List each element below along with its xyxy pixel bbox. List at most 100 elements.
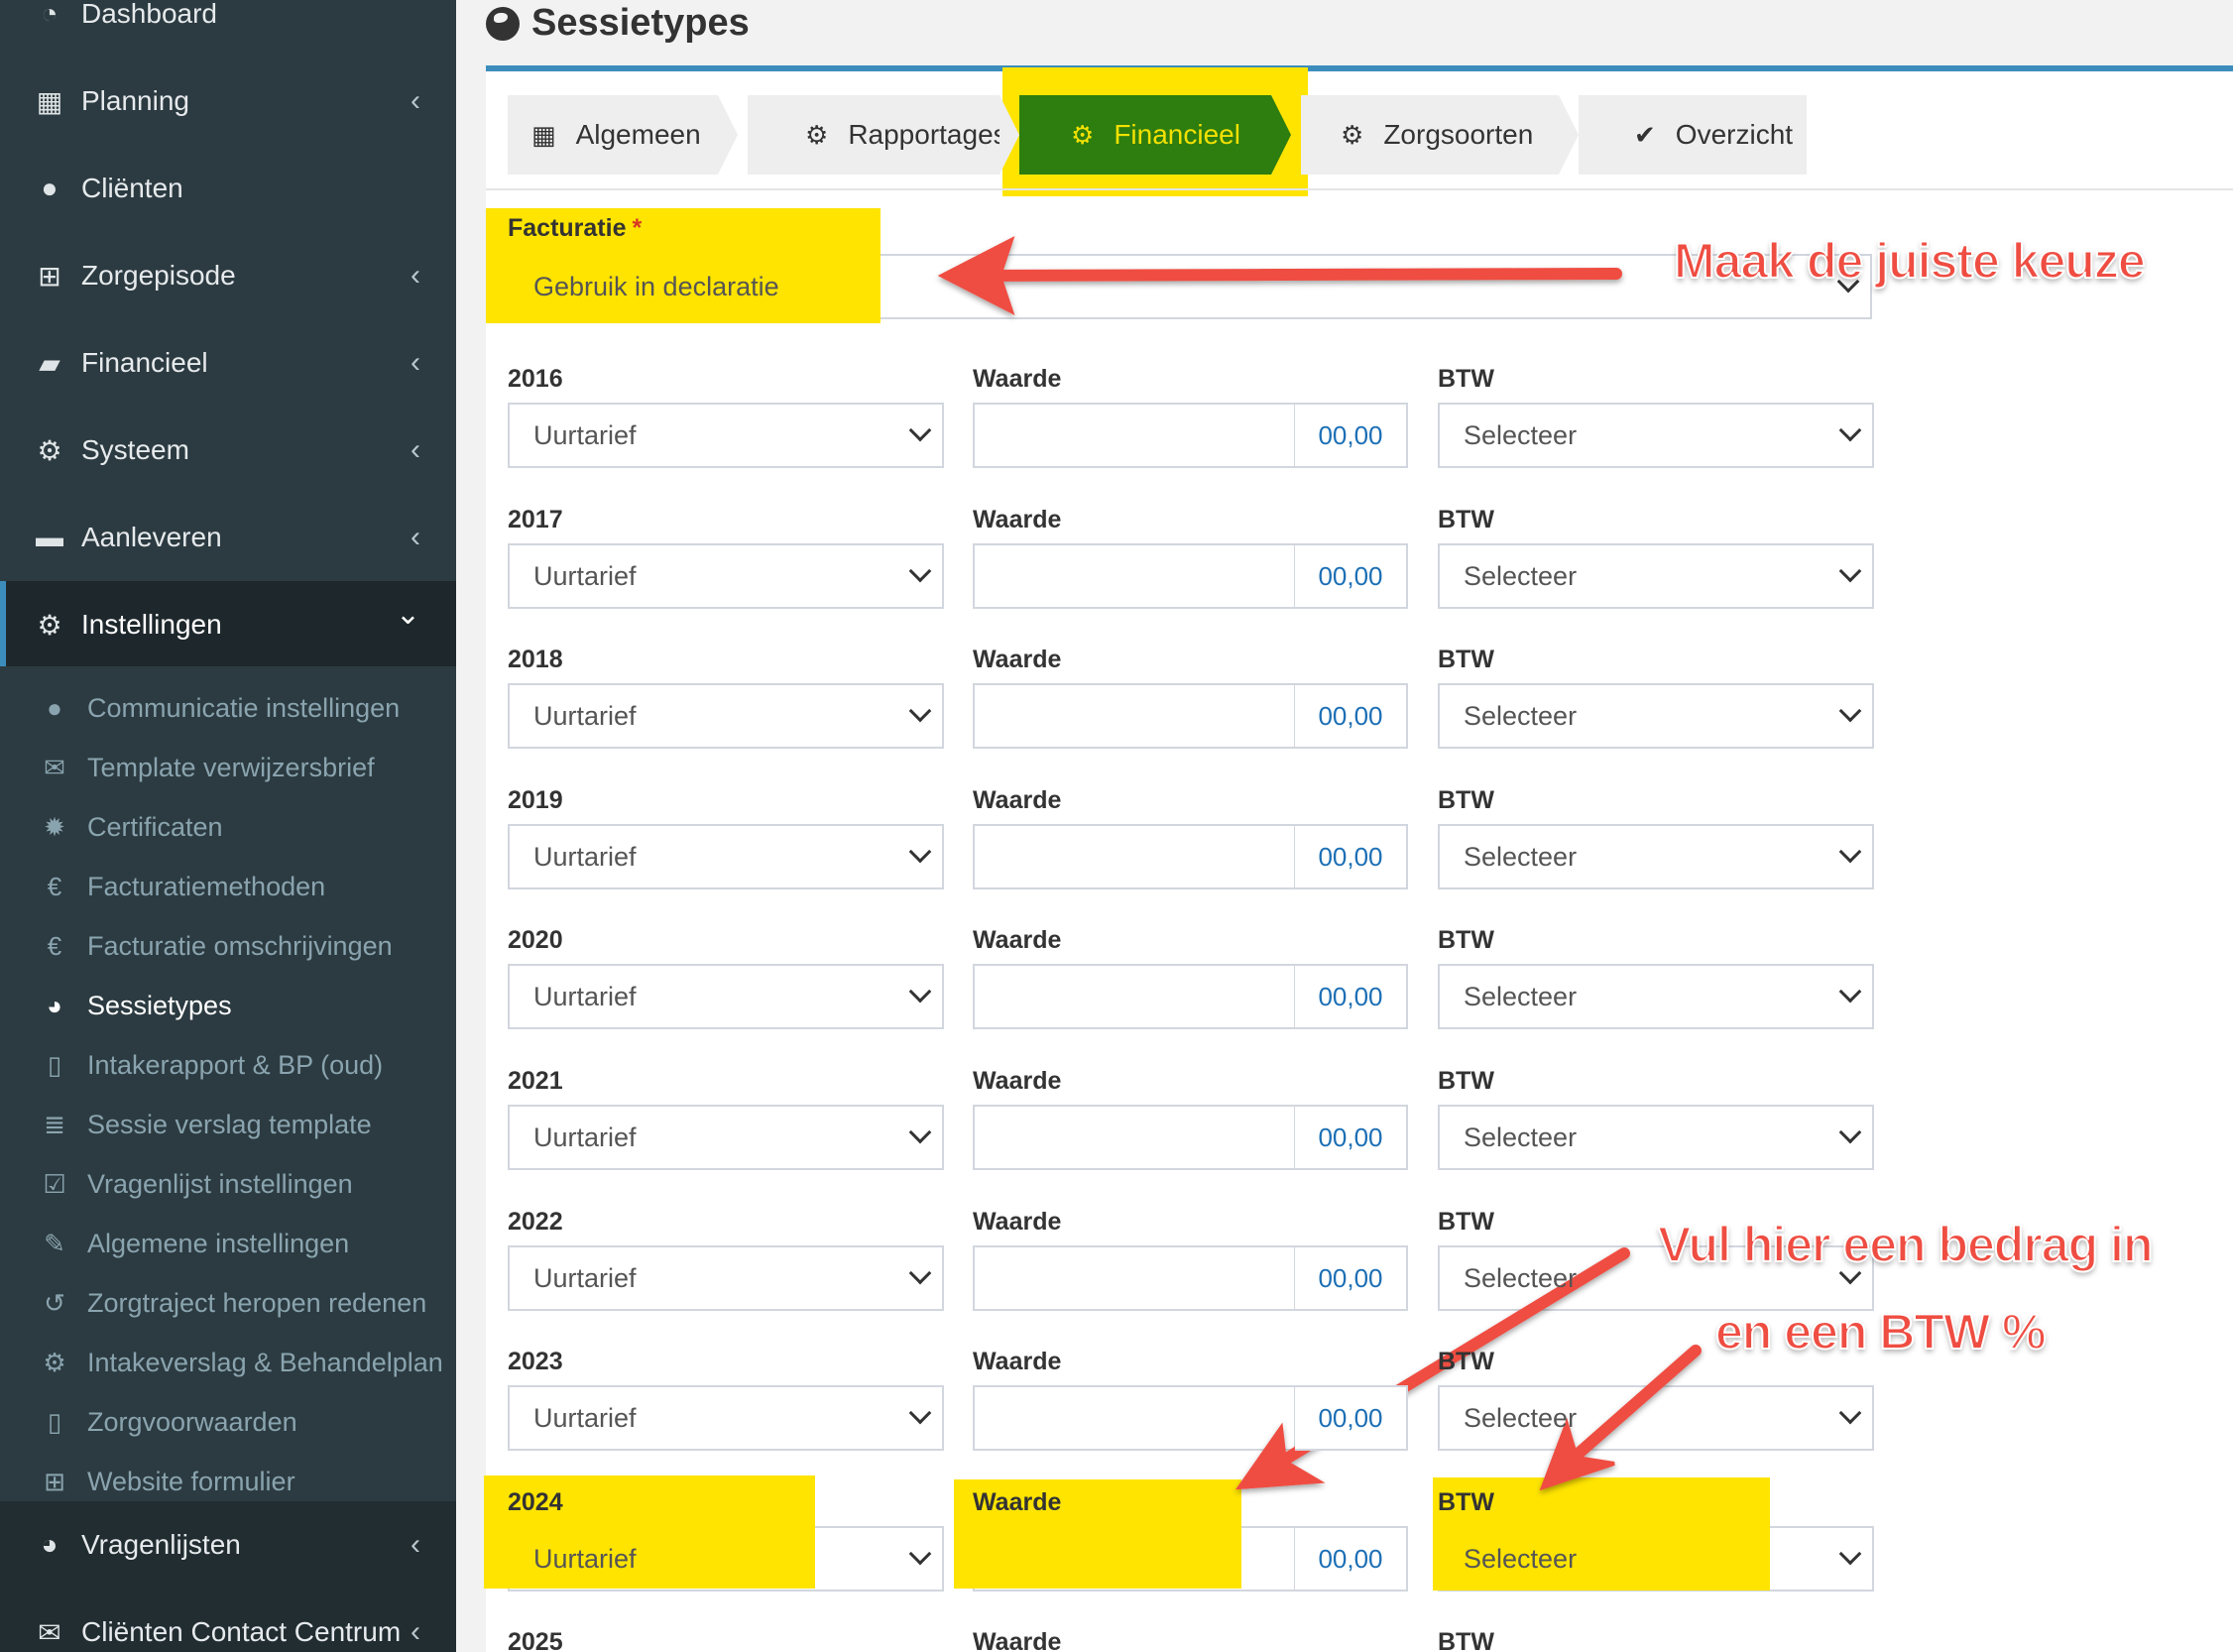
sidebar-item-dashboard[interactable]: ◔ Dashboard bbox=[0, 0, 456, 58]
sidebar-item-label: Cliënten bbox=[81, 173, 183, 203]
btw-label-2022: BTW bbox=[1438, 1208, 1494, 1236]
chevron-down-icon bbox=[908, 1401, 932, 1425]
submenu-item-label: Certificaten bbox=[87, 811, 223, 842]
globe-icon bbox=[486, 6, 520, 41]
submenu-item-sessietypes[interactable]: ◕ Sessietypes bbox=[0, 976, 456, 1035]
waarde-addon-2022: 00,00 bbox=[1295, 1245, 1408, 1311]
sidebar-item-clienten[interactable]: ● Cliënten bbox=[0, 145, 456, 232]
btw-select-2023[interactable]: Selecteer bbox=[1438, 1385, 1874, 1451]
tab-algemeen[interactable]: ▦ Algemeen bbox=[508, 95, 718, 175]
certificate-icon: ✹ bbox=[44, 811, 65, 842]
cogs-icon: ⚙ bbox=[37, 434, 62, 466]
tab-zorgsoorten[interactable]: ⚙ Zorgsoorten bbox=[1301, 95, 1559, 175]
submenu-item-label: Sessietypes bbox=[87, 990, 232, 1020]
waarde-input-2022[interactable] bbox=[973, 1245, 1296, 1311]
submenu-item-label: Facturatie omschrijvingen bbox=[87, 930, 393, 961]
waarde-input-2018[interactable] bbox=[973, 683, 1296, 749]
btw-select-value: Selecteer bbox=[1464, 1402, 1578, 1433]
submenu-item-facturatiemethoden[interactable]: € Facturatiemethoden bbox=[0, 857, 456, 916]
submenu-item-vragenlijst-instellingen[interactable]: ☑ Vragenlijst instellingen bbox=[0, 1154, 456, 1214]
btw-select-value: Selecteer bbox=[1464, 1262, 1578, 1293]
euro-icon: € bbox=[47, 871, 62, 901]
tariff-select-2019[interactable]: Uurtarief bbox=[508, 824, 944, 889]
tab-separator bbox=[1559, 95, 1579, 175]
tariff-select-2021[interactable]: Uurtarief bbox=[508, 1105, 944, 1170]
sidebar-item-zorgepisode[interactable]: ⊞ Zorgepisode ‹ bbox=[0, 232, 456, 319]
sidebar-item-planning[interactable]: ▦ Planning ‹ bbox=[0, 58, 456, 145]
year-label-2017: 2017 bbox=[508, 506, 563, 533]
submenu-item-intakerapport[interactable]: ▯ Intakerapport & BP (oud) bbox=[0, 1035, 456, 1095]
waarde-input-2016[interactable] bbox=[973, 403, 1296, 468]
sidebar-item-instellingen[interactable]: ⚙ Instellingen ⌄ bbox=[0, 581, 456, 668]
year-label-2023: 2023 bbox=[508, 1348, 563, 1375]
submenu-item-label: Website formulier bbox=[87, 1466, 295, 1496]
waarde-input-2019[interactable] bbox=[973, 824, 1296, 889]
tariff-select-2022[interactable]: Uurtarief bbox=[508, 1245, 944, 1311]
checkbox-icon: ☑ bbox=[43, 1168, 66, 1199]
btw-select-value: Selecteer bbox=[1464, 560, 1578, 591]
waarde-addon-2023: 00,00 bbox=[1295, 1385, 1408, 1451]
chevron-left-icon: ‹ bbox=[411, 521, 420, 553]
medkit-icon: ⊞ bbox=[38, 260, 61, 292]
annotation-keuze: Maak de juiste keuze bbox=[1673, 232, 2147, 290]
sidebar-item-clienten-contact-centrum[interactable]: ✉ Cliënten Contact Centrum ‹ bbox=[0, 1589, 456, 1652]
btw-select-2020[interactable]: Selecteer bbox=[1438, 964, 1874, 1029]
submenu-item-facturatie-omschrijvingen[interactable]: € Facturatie omschrijvingen bbox=[0, 916, 456, 976]
user-icon: ● bbox=[41, 173, 59, 203]
sidebar-item-financieel[interactable]: ▰ Financieel ‹ bbox=[0, 319, 456, 407]
tab-rapportages[interactable]: ⚙ Rapportages bbox=[748, 95, 1007, 175]
waarde-input-2021[interactable] bbox=[973, 1105, 1296, 1170]
submenu-item-intakeverslag[interactable]: ⚙ Intakeverslag & Behandelplan bbox=[0, 1333, 456, 1392]
submenu-item-sessie-verslag-template[interactable]: ≣ Sessie verslag template bbox=[0, 1095, 456, 1154]
waarde-addon-2021: 00,00 bbox=[1295, 1105, 1408, 1170]
sidebar: ◔ Dashboard ▦ Planning ‹ ● Cliënten ⊞ Zo… bbox=[0, 0, 456, 1652]
tariff-select-2017[interactable]: Uurtarief bbox=[508, 543, 944, 609]
tab-overzicht[interactable]: ✔ Overzicht bbox=[1579, 95, 1807, 175]
submenu-item-label: Algemene instellingen bbox=[87, 1228, 350, 1258]
file-icon: ▯ bbox=[47, 1049, 62, 1080]
sidebar-item-systeem[interactable]: ⚙ Systeem ‹ bbox=[0, 407, 456, 494]
waarde-input-2023[interactable] bbox=[973, 1385, 1296, 1451]
submenu-item-label: Facturatiemethoden bbox=[87, 871, 326, 901]
submenu-item-label: Vragenlijst instellingen bbox=[87, 1168, 353, 1199]
submenu-item-template-verwijzersbrief[interactable]: ✉ Template verwijzersbrief bbox=[0, 738, 456, 797]
page-title-text: Sessietypes bbox=[531, 2, 750, 44]
submenu-item-communicatie[interactable]: ● Communicatie instellingen bbox=[0, 678, 456, 738]
btw-select-2018[interactable]: Selecteer bbox=[1438, 683, 1874, 749]
submenu-item-algemene-instellingen[interactable]: ✎ Algemene instellingen bbox=[0, 1214, 456, 1273]
undo-icon: ↺ bbox=[44, 1287, 65, 1318]
chevron-left-icon: ‹ bbox=[411, 433, 420, 466]
submenu-item-zorgvoorwaarden[interactable]: ▯ Zorgvoorwaarden bbox=[0, 1392, 456, 1452]
tariff-select-2016[interactable]: Uurtarief bbox=[508, 403, 944, 468]
btw-select-2016[interactable]: Selecteer bbox=[1438, 403, 1874, 468]
waarde-label-2018: Waarde bbox=[973, 646, 1062, 673]
btw-select-2017[interactable]: Selecteer bbox=[1438, 543, 1874, 609]
gear-icon: ⚙ bbox=[43, 1347, 66, 1377]
btw-label-2018: BTW bbox=[1438, 646, 1494, 673]
sidebar-item-label: Zorgepisode bbox=[81, 260, 236, 291]
tariff-select-2020[interactable]: Uurtarief bbox=[508, 964, 944, 1029]
submenu-item-certificaten[interactable]: ✹ Certificaten bbox=[0, 797, 456, 857]
sidebar-item-aanleveren[interactable]: ▬ Aanleveren ‹ bbox=[0, 494, 456, 581]
btw-select-2021[interactable]: Selecteer bbox=[1438, 1105, 1874, 1170]
tariff-select-2023[interactable]: Uurtarief bbox=[508, 1385, 944, 1451]
chevron-down-icon bbox=[908, 840, 932, 864]
submenu-item-label: Intakerapport & BP (oud) bbox=[87, 1049, 384, 1080]
tariff-select-2018[interactable]: Uurtarief bbox=[508, 683, 944, 749]
waarde-input-2017[interactable] bbox=[973, 543, 1296, 609]
tab-financieel[interactable]: ⚙ Financieel bbox=[1019, 95, 1271, 175]
waarde-addon-2024: 00,00 bbox=[1295, 1526, 1408, 1592]
waarde-label-2020: Waarde bbox=[973, 926, 1062, 954]
sidebar-item-vragenlijsten[interactable]: ◕ Vragenlijsten ‹ bbox=[0, 1501, 456, 1589]
sidebar-item-label: Systeem bbox=[81, 434, 189, 465]
btw-select-2019[interactable]: Selecteer bbox=[1438, 824, 1874, 889]
waarde-input-2020[interactable] bbox=[973, 964, 1296, 1029]
btw-select-value: Selecteer bbox=[1464, 700, 1578, 731]
chevron-left-icon: ‹ bbox=[411, 259, 420, 292]
waarde-label-2016: Waarde bbox=[973, 365, 1062, 393]
chevron-down-icon bbox=[908, 1261, 932, 1285]
submenu-item-label: Zorgvoorwaarden bbox=[87, 1406, 297, 1437]
tab-label: Financieel bbox=[1114, 119, 1240, 150]
chevron-down-icon bbox=[1838, 418, 1862, 442]
submenu-item-zorgtraject-heropen[interactable]: ↺ Zorgtraject heropen redenen bbox=[0, 1273, 456, 1333]
